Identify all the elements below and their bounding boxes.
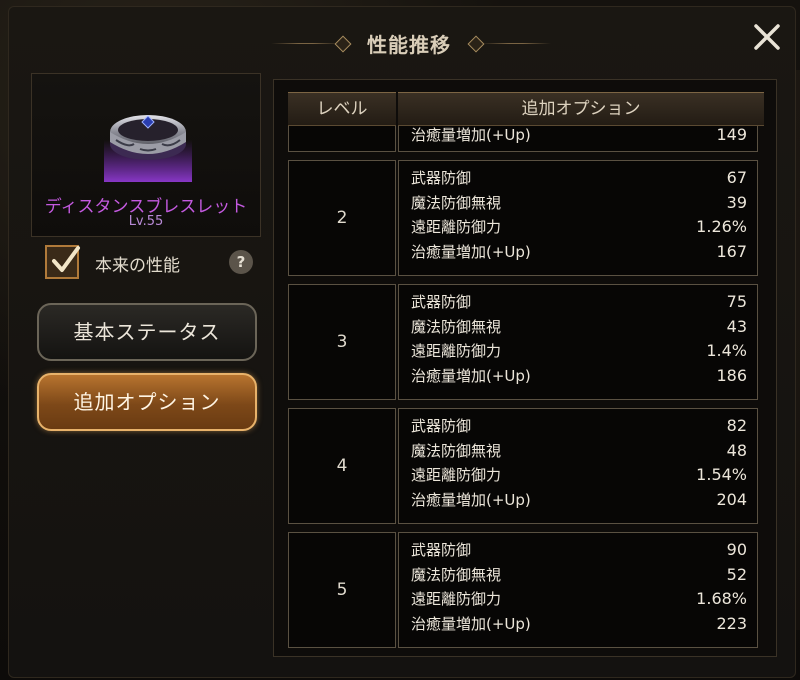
column-header-option: 追加オプション	[398, 92, 764, 126]
item-level: Lv.55	[128, 214, 164, 229]
option-value: 167	[716, 241, 747, 261]
option-name: 治癒量増加(+Up)	[411, 242, 531, 261]
table-row-options: 武器防御 75 魔法防御無視 43 遠距離防御力 1.4% 治癒量増加(+Up) 186	[398, 284, 758, 400]
option-line: 治癒量増加(+Up) 167	[411, 240, 747, 265]
option-value: 1.68%	[696, 589, 747, 608]
option-value: 82	[726, 416, 747, 435]
option-value: 75	[726, 292, 747, 311]
option-name: 遠距離防御力	[411, 342, 502, 360]
option-line: 武器防御 90	[411, 538, 747, 563]
option-line: 遠距離防御力 1.4%	[411, 339, 747, 364]
original-performance-checkbox[interactable]	[45, 245, 80, 279]
option-line: 魔法防御無視 43	[411, 315, 747, 340]
option-name: 遠距離防御力	[411, 590, 502, 608]
table-row-options: 武器防御 82 魔法防御無視 48 遠距離防御力 1.54% 治癒量増加(+Up) 20…	[398, 408, 758, 524]
option-name: 武器防御	[411, 417, 472, 435]
option-line: 武器防御 75	[411, 290, 747, 315]
option-name: 治癒量増加(+Up)	[411, 490, 531, 509]
item-card: ディスタンスブレスレット Lv.55	[31, 73, 261, 237]
table-row-options: 武器防御 90 魔法防御無視 52 遠距離防御力 1.68% 治癒量増加(+Up) 22…	[398, 532, 758, 648]
option-value: 1.26%	[696, 217, 747, 236]
option-name: 魔法防御無視	[411, 441, 502, 460]
performance-transition-dialog: 性能推移 ディスタンスブレスレット Lv.55 本来の性能 ? 基本ステータス …	[8, 6, 796, 678]
column-header-level: レベル	[288, 92, 396, 126]
title-diamond-right	[467, 35, 485, 53]
option-name: 治癒量増加(+Up)	[411, 126, 531, 144]
table-row-level: 4	[288, 408, 396, 524]
option-name: 遠距離防御力	[411, 218, 502, 236]
option-value: 48	[726, 440, 747, 460]
additional-option-button[interactable]: 追加オプション	[37, 373, 257, 431]
option-name: 武器防御	[411, 169, 472, 187]
basic-status-button[interactable]: 基本ステータス	[37, 303, 257, 361]
option-line: 治癒量増加(+Up) 186	[411, 364, 747, 389]
option-line: 魔法防御無視 52	[411, 563, 747, 588]
option-line: 魔法防御無視 39	[411, 191, 747, 216]
bracelet-icon	[104, 115, 192, 182]
option-value: 39	[726, 192, 747, 212]
title-bar: 性能推移	[9, 7, 795, 67]
option-line: 治癒量増加(+Up) 149	[411, 123, 747, 148]
table-row-level: 5	[288, 532, 396, 648]
option-line: 遠距離防御力 1.68%	[411, 587, 747, 612]
close-icon	[754, 24, 780, 50]
option-value: 43	[726, 316, 747, 336]
option-name: 魔法防御無視	[411, 193, 502, 212]
option-line: 遠距離防御力 1.54%	[411, 463, 747, 488]
close-button[interactable]	[749, 19, 785, 55]
option-value: 67	[726, 168, 747, 187]
option-line: 武器防御 67	[411, 166, 747, 191]
dialog-title: 性能推移	[367, 33, 451, 57]
option-value: 1.4%	[706, 341, 747, 360]
option-name: 治癒量増加(+Up)	[411, 614, 531, 633]
option-name: 魔法防御無視	[411, 317, 502, 336]
help-icon[interactable]: ?	[229, 250, 253, 274]
option-table[interactable]: 治癒量増加(+Up) 149 レベル 追加オプション 2 武器防御 67 魔法防御…	[273, 79, 777, 657]
option-line: 武器防御 82	[411, 414, 747, 439]
option-name: 遠距離防御力	[411, 466, 502, 484]
table-row-level: 3	[288, 284, 396, 400]
option-value: 90	[726, 540, 747, 559]
option-value: 223	[716, 613, 747, 633]
option-value: 52	[726, 564, 747, 584]
table-row-options: 武器防御 67 魔法防御無視 39 遠距離防御力 1.26% 治癒量増加(+Up) 16…	[398, 160, 758, 276]
option-line: 治癒量増加(+Up) 223	[411, 612, 747, 637]
option-name: 武器防御	[411, 293, 472, 311]
option-name: 治癒量増加(+Up)	[411, 366, 531, 385]
title-ornament-right	[481, 43, 551, 44]
checkmark-icon	[52, 246, 80, 272]
option-value: 186	[716, 365, 747, 385]
option-name: 魔法防御無視	[411, 565, 502, 584]
title-ornament-left	[271, 43, 341, 44]
option-line: 遠距離防御力 1.26%	[411, 215, 747, 240]
table-row-level: 2	[288, 160, 396, 276]
option-value: 149	[716, 125, 747, 144]
option-value: 1.54%	[696, 465, 747, 484]
option-line: 魔法防御無視 48	[411, 439, 747, 464]
original-performance-label: 本来の性能	[95, 256, 180, 276]
option-value: 204	[716, 489, 747, 509]
option-name: 武器防御	[411, 541, 472, 559]
option-line: 治癒量増加(+Up) 204	[411, 488, 747, 513]
